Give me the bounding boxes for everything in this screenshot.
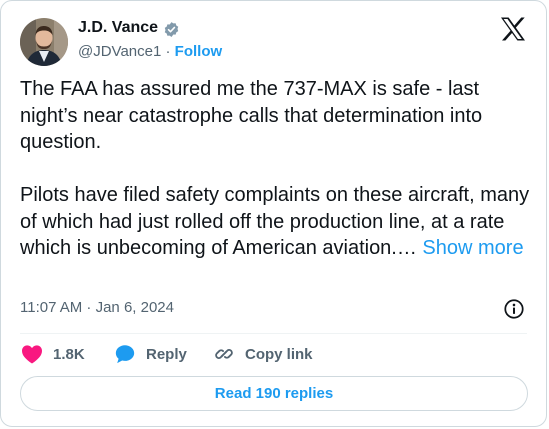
author-handle-row: @JDVance1 · Follow <box>78 42 222 62</box>
copy-link-label: Copy link <box>245 345 313 363</box>
info-icon[interactable] <box>503 298 525 320</box>
tweet-body: The FAA has assured me the 737-MAX is sa… <box>20 76 530 262</box>
verified-badge-icon <box>164 22 179 37</box>
heart-icon <box>22 345 42 364</box>
tweet-timestamp[interactable]: 11:07 AM · Jan 6, 2024 <box>20 298 174 318</box>
avatar[interactable] <box>20 18 68 66</box>
reply-button[interactable]: Reply <box>114 343 187 365</box>
read-replies-label: Read 190 replies <box>214 385 334 402</box>
like-count: 1.8K <box>53 345 85 363</box>
show-more-link[interactable]: Show more <box>422 237 523 259</box>
tweet-embed-card: J.D. Vance @JDVance1 · Follow The FAA ha… <box>0 0 547 427</box>
follow-button[interactable]: Follow <box>175 43 223 60</box>
reply-label: Reply <box>146 345 187 363</box>
x-logo-icon[interactable] <box>500 17 526 41</box>
link-icon <box>215 349 233 359</box>
speech-bubble-icon <box>115 345 135 364</box>
separator-dot: · <box>165 43 171 60</box>
divider <box>20 333 527 334</box>
like-button[interactable]: 1.8K <box>21 343 85 365</box>
copy-link-button[interactable]: Copy link <box>213 343 313 365</box>
author-name[interactable]: J.D. Vance <box>78 18 158 38</box>
read-replies-button[interactable]: Read 190 replies <box>20 376 528 411</box>
tweet-text: The FAA has assured me the 737-MAX is sa… <box>20 78 530 259</box>
author-handle[interactable]: @JDVance1 <box>78 43 161 60</box>
